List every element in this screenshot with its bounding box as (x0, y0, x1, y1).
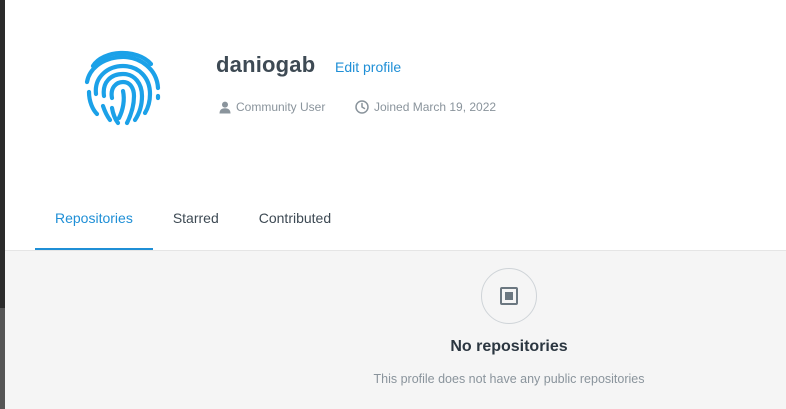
user-icon (219, 101, 231, 113)
join-date: Joined March 19, 2022 (355, 100, 496, 114)
fingerprint-icon (79, 44, 167, 128)
repositories-panel: No repositories This profile does not ha… (5, 250, 786, 409)
empty-state-title: No repositories (450, 338, 568, 355)
profile-page: daniogab Edit profile Community User Joi… (0, 0, 786, 409)
username: daniogab (216, 52, 316, 77)
clock-icon (355, 100, 369, 114)
tab-starred[interactable]: Starred (153, 195, 239, 250)
user-role-label: Community User (236, 100, 326, 114)
tab-contributed-label: Contributed (258, 209, 332, 226)
join-date-label: Joined March 19, 2022 (374, 100, 497, 114)
tab-starred-label: Starred (172, 209, 219, 226)
repository-icon (481, 268, 537, 324)
profile-tabs: Repositories Starred Contributed (35, 195, 351, 250)
tab-repositories-label: Repositories (55, 209, 133, 226)
tab-repositories[interactable]: Repositories (35, 195, 153, 250)
edit-profile-link[interactable]: Edit profile (335, 59, 401, 75)
user-role: Community User (219, 100, 325, 114)
tab-contributed[interactable]: Contributed (239, 195, 351, 250)
empty-state-subtitle: This profile does not have any public re… (373, 372, 645, 386)
